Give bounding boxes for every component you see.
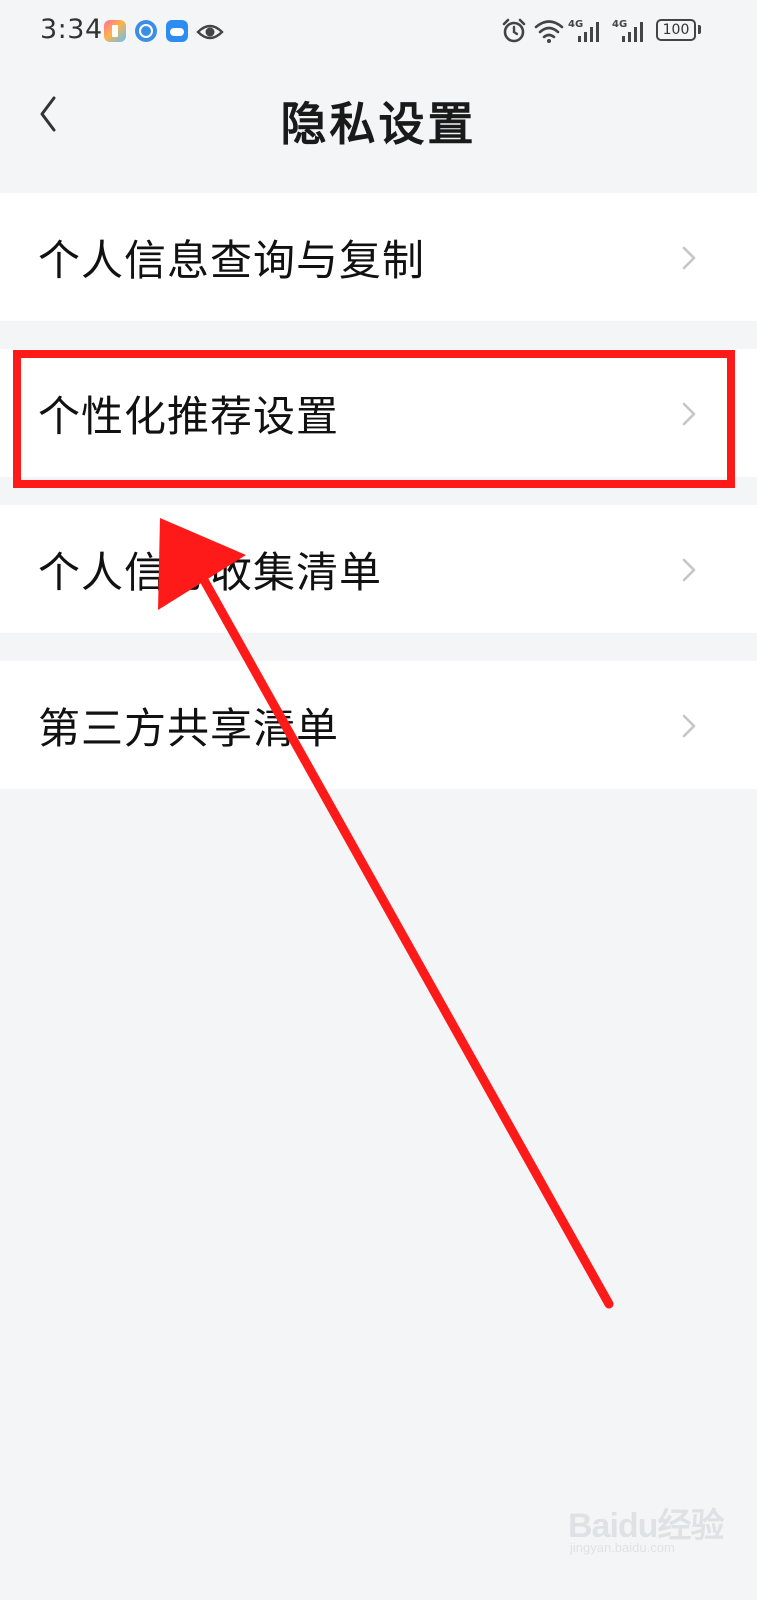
list-item-personalized-recommendation[interactable]: 个性化推荐设置	[0, 349, 757, 477]
page-title: 隐私设置	[280, 97, 477, 151]
chevron-right-icon	[682, 714, 696, 738]
cellular-signal-icon: 4G	[568, 19, 599, 42]
cloud-notification-icon	[166, 20, 188, 42]
list-item-label: 个性化推荐设置	[38, 392, 340, 441]
list-item-label: 个人信息收集清单	[38, 548, 383, 597]
chevron-right-icon	[682, 246, 696, 270]
browser-notification-icon	[135, 20, 157, 42]
eye-icon	[196, 24, 224, 40]
status-bar: 3:34 4G 4G 100	[0, 0, 757, 64]
list-item-personal-info-query[interactable]: 个人信息查询与复制	[0, 193, 757, 321]
chevron-right-icon	[682, 402, 696, 426]
baidu-watermark-logo: Baidu经验 jingyan.baidu.com	[568, 1494, 728, 1564]
network-type-label-2: 4G	[612, 19, 627, 30]
network-type-label: 4G	[568, 19, 583, 30]
list-item-info-collection-list[interactable]: 个人信息收集清单	[0, 505, 757, 633]
privacy-settings-screen: 3:34 4G 4G 100 隐私设置 个人信息查询与复制 个性化推荐设置 个人…	[0, 0, 757, 1600]
wifi-icon	[534, 20, 564, 43]
alarm-icon	[502, 18, 526, 43]
nav-bar: 隐私设置	[0, 64, 757, 174]
battery-tip	[698, 25, 701, 34]
chevron-right-icon	[682, 558, 696, 582]
list-item-label: 第三方共享清单	[38, 704, 340, 753]
list-item-label: 个人信息查询与复制	[38, 236, 426, 285]
status-time: 3:34	[40, 14, 103, 45]
cellular-signal-icon-2: 4G	[612, 19, 643, 42]
app-notification-icon	[104, 20, 126, 42]
list-item-third-party-sharing[interactable]: 第三方共享清单	[0, 661, 757, 789]
watermark-subtext: jingyan.baidu.com	[570, 1540, 675, 1555]
battery-indicator: 100	[656, 19, 696, 41]
